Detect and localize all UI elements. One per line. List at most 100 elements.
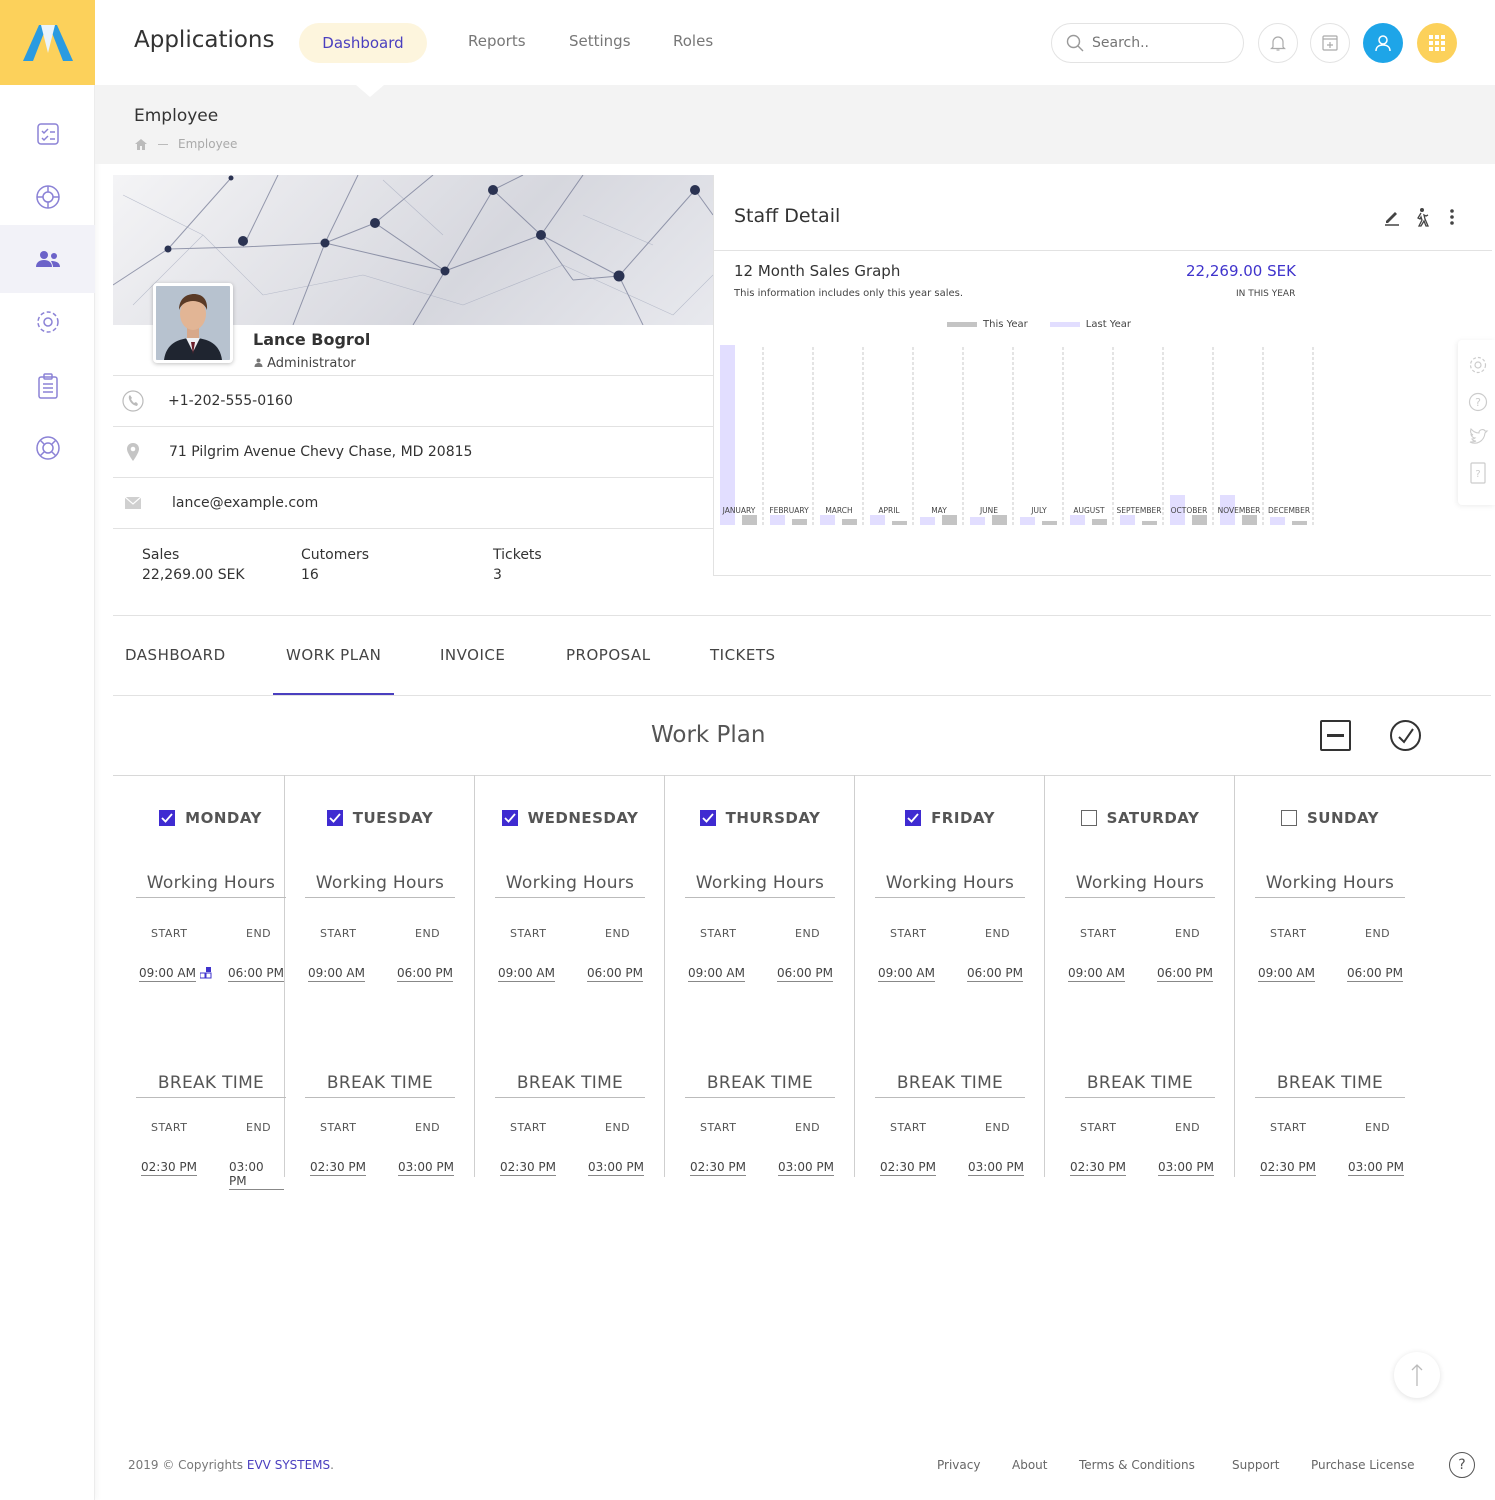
stat-customers-value: 16: [301, 567, 319, 583]
select-all-button[interactable]: [1390, 720, 1421, 751]
break-end-input[interactable]: 03:00 PM: [398, 1160, 454, 1176]
work-end-input[interactable]: 06:00 PM: [1347, 966, 1403, 982]
bar-last-year-march: [820, 515, 835, 525]
tab-invoice[interactable]: INVOICE: [440, 646, 505, 664]
sidebar-item-tasks[interactable]: [0, 102, 95, 166]
day-checkbox[interactable]: [1080, 810, 1097, 826]
search-box[interactable]: [1051, 23, 1244, 63]
phone-icon: [122, 390, 144, 412]
scroll-top-button[interactable]: [1394, 1352, 1440, 1398]
nav-dashboard[interactable]: Dashboard: [299, 23, 427, 63]
stat-customers: Cutomers 16: [301, 545, 369, 585]
break-start-input[interactable]: 02:30 PM: [1070, 1160, 1126, 1176]
break-end-input[interactable]: 03:00 PM: [1348, 1160, 1404, 1176]
add-window-button[interactable]: [1310, 23, 1350, 63]
break-end-input[interactable]: 03:00 PM: [229, 1160, 284, 1190]
break-start-input[interactable]: 02:30 PM: [690, 1160, 746, 1176]
walking-icon[interactable]: [1412, 207, 1430, 227]
break-start-label: START: [1270, 1121, 1307, 1134]
help-button[interactable]: ?: [1449, 1452, 1475, 1478]
tab-tickets[interactable]: TICKETS: [710, 646, 776, 664]
brand-link[interactable]: EVV SYSTEMS: [247, 1458, 330, 1472]
svg-text:?: ?: [1475, 396, 1481, 409]
work-start-input[interactable]: 09:00 AM: [878, 966, 935, 982]
work-end-input[interactable]: 06:00 PM: [967, 966, 1023, 982]
sidebar-item-target[interactable]: [0, 165, 95, 229]
work-start-input[interactable]: 09:00 AM: [1258, 966, 1315, 982]
day-checkbox[interactable]: [326, 810, 343, 826]
footer-link-support[interactable]: Support: [1232, 1458, 1279, 1472]
break-end-input[interactable]: 03:00 PM: [778, 1160, 834, 1176]
work-end-input[interactable]: 06:00 PM: [1157, 966, 1213, 982]
edit-icon[interactable]: [1382, 207, 1402, 227]
stat-sales: Sales 22,269.00 SEK: [142, 545, 245, 585]
day-checkbox[interactable]: [905, 810, 922, 826]
day-checkbox[interactable]: [1280, 810, 1297, 826]
footer-link-privacy[interactable]: Privacy: [937, 1458, 980, 1472]
day-checkbox[interactable]: [159, 810, 176, 826]
work-end-label: END: [415, 927, 441, 940]
day-column-friday: FRIDAY Working Hours START END 09:00 AM 06:00…: [855, 775, 1045, 1177]
nav-roles[interactable]: Roles: [673, 32, 713, 50]
work-start-input[interactable]: 09:00 AM: [139, 966, 196, 982]
break-end-input[interactable]: 03:00 PM: [968, 1160, 1024, 1176]
x-tick-label: SEPTEMBER: [1117, 506, 1162, 515]
bell-icon: [1270, 36, 1286, 51]
working-hours-title: Working Hours: [1255, 873, 1405, 898]
work-start-input[interactable]: 09:00 AM: [498, 966, 555, 982]
x-tick-label: NOVEMBER: [1218, 506, 1261, 515]
more-vertical-icon[interactable]: [1446, 207, 1458, 227]
work-end-input[interactable]: 06:00 PM: [228, 966, 284, 982]
break-start-input[interactable]: 02:30 PM: [500, 1160, 556, 1176]
break-start-input[interactable]: 02:30 PM: [1260, 1160, 1316, 1176]
work-start-label: START: [510, 927, 547, 940]
work-start-input[interactable]: 09:00 AM: [308, 966, 365, 982]
search-input[interactable]: [1092, 35, 1222, 51]
work-end-input[interactable]: 06:00 PM: [777, 966, 833, 982]
nav-reports[interactable]: Reports: [468, 32, 526, 50]
day-checkbox[interactable]: [501, 810, 518, 826]
twitter-icon[interactable]: [1468, 428, 1490, 446]
gear-icon: [36, 311, 59, 333]
document-help-icon[interactable]: ?: [1470, 462, 1486, 484]
break-time-title: BREAK TIME: [136, 1073, 286, 1098]
sidebar-item-employees[interactable]: [0, 225, 95, 293]
sidebar-item-settings[interactable]: [0, 290, 95, 354]
break-end-label: END: [605, 1121, 631, 1134]
deselect-all-button[interactable]: [1320, 720, 1351, 751]
user-button[interactable]: [1363, 23, 1403, 63]
time-picker-icon[interactable]: [199, 964, 212, 979]
stat-customers-label: Cutomers: [301, 547, 370, 563]
email-value[interactable]: lance@example.com: [172, 495, 318, 511]
footer-link-about[interactable]: About: [1012, 1458, 1047, 1472]
work-start-input[interactable]: 09:00 AM: [688, 966, 745, 982]
sidebar-item-support[interactable]: [0, 416, 95, 480]
day-checkbox[interactable]: [699, 810, 716, 826]
tab-work-plan[interactable]: WORK PLAN: [286, 646, 381, 664]
notifications-button[interactable]: [1258, 23, 1298, 63]
break-start-input[interactable]: 02:30 PM: [880, 1160, 936, 1176]
tab-proposal[interactable]: PROPOSAL: [566, 646, 651, 664]
break-start-input[interactable]: 02:30 PM: [141, 1160, 197, 1176]
settings-icon[interactable]: [1468, 355, 1488, 375]
footer-link-purchase[interactable]: Purchase License: [1311, 1458, 1415, 1472]
break-end-input[interactable]: 03:00 PM: [1158, 1160, 1214, 1176]
nav-settings[interactable]: Settings: [569, 32, 631, 50]
tab-dashboard[interactable]: DASHBOARD: [125, 646, 226, 664]
home-icon[interactable]: [134, 138, 148, 151]
app-logo[interactable]: [0, 0, 95, 85]
day-column-sunday: SUNDAY Working Hours START END 09:00 AM 06:00…: [1235, 775, 1425, 1177]
bar-last-year-february: [770, 515, 785, 525]
checkmark-icon: [329, 813, 341, 823]
apps-button[interactable]: [1417, 23, 1457, 63]
help-circle-icon[interactable]: ?: [1468, 392, 1488, 412]
work-end-input[interactable]: 06:00 PM: [587, 966, 643, 982]
break-end-input[interactable]: 03:00 PM: [588, 1160, 644, 1176]
day-header: MONDAY: [116, 809, 305, 827]
work-start-input[interactable]: 09:00 AM: [1068, 966, 1125, 982]
footer-link-terms[interactable]: Terms & Conditions: [1079, 1458, 1195, 1472]
sidebar-item-clipboard[interactable]: [0, 354, 95, 418]
break-start-input[interactable]: 02:30 PM: [310, 1160, 366, 1176]
break-time-title: BREAK TIME: [875, 1073, 1025, 1098]
work-end-input[interactable]: 06:00 PM: [397, 966, 453, 982]
